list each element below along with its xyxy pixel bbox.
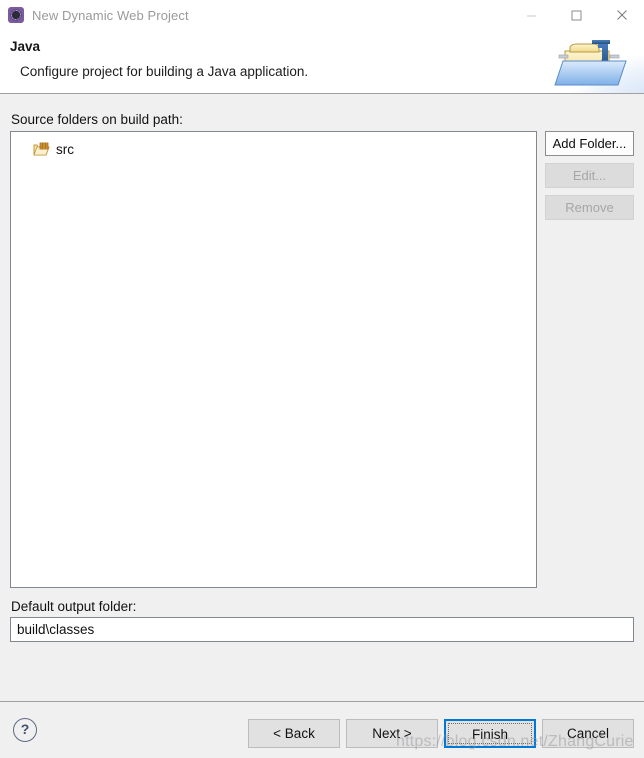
output-folder-input[interactable] [10, 617, 634, 642]
finish-button-label: Finish [471, 727, 508, 742]
edit-button: Edit... [545, 163, 634, 188]
remove-button: Remove [545, 195, 634, 220]
cancel-button[interactable]: Cancel [542, 719, 634, 748]
back-button[interactable]: < Back [248, 719, 340, 748]
help-question-icon[interactable]: ? [13, 718, 37, 742]
next-button[interactable]: Next > [346, 719, 438, 748]
page-description: Configure project for building a Java ap… [20, 64, 309, 79]
eclipse-wizard-icon [8, 7, 24, 23]
cancel-button-label: Cancel [566, 726, 610, 741]
page-title: Java [10, 39, 41, 54]
title-bar: New Dynamic Web Project [0, 0, 644, 30]
wizard-header: Java Configure project for building a Ja… [0, 30, 644, 93]
new-dynamic-web-project-dialog: New Dynamic Web Project Java Configure p… [0, 0, 644, 758]
java-folder-banner-icon [548, 30, 644, 93]
add-folder-button[interactable]: Add Folder... [545, 131, 634, 156]
window-controls [509, 0, 644, 30]
list-item[interactable]: src [33, 140, 74, 158]
source-folder-actions: Add Folder... Edit... Remove [545, 131, 634, 227]
footer-button-group: < Back Next > Finish Cancel [248, 719, 634, 748]
main-content: Source folders on build path: src Add Fo… [0, 94, 644, 696]
finish-button[interactable]: Finish [444, 719, 536, 748]
output-folder-label: Default output folder: [11, 599, 137, 614]
maximize-icon[interactable] [554, 0, 599, 30]
back-button-label: < Back [273, 726, 315, 741]
source-folder-icon [33, 142, 50, 157]
window-title: New Dynamic Web Project [32, 7, 189, 23]
source-folders-list[interactable]: src [10, 131, 537, 588]
source-folders-label: Source folders on build path: [11, 112, 183, 127]
minimize-icon[interactable] [509, 0, 554, 30]
dialog-footer: ? < Back Next > Finish Cancel [0, 702, 644, 758]
next-button-label: Next > [372, 726, 412, 741]
list-item-label: src [56, 141, 74, 157]
close-icon[interactable] [599, 0, 644, 30]
